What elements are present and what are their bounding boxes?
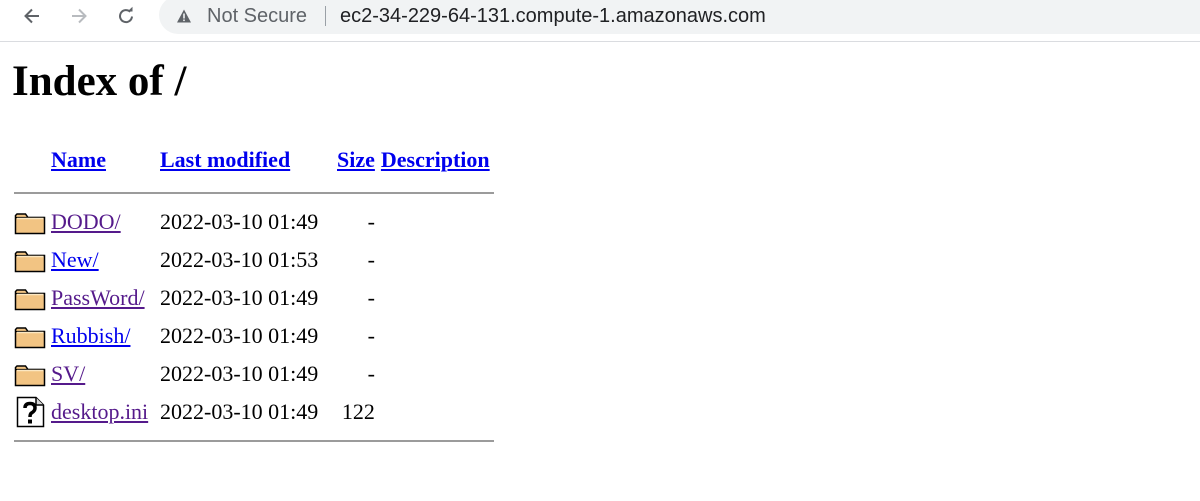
unknown-file-icon	[16, 396, 45, 428]
folder-icon	[14, 213, 46, 235]
arrow-left-icon	[24, 8, 39, 24]
browser-toolbar: Not Secure ec2-34-229-64-131.compute-1.a…	[0, 0, 1200, 42]
description-header: Description	[381, 137, 504, 183]
icon-cell	[14, 355, 51, 393]
description-cell	[381, 241, 504, 279]
separator-row	[14, 431, 504, 451]
separator-cell	[14, 183, 504, 203]
modified-cell: 2022-03-10 01:49	[160, 361, 319, 386]
table-row: DODO/ 2022-03-10 01:49 -	[14, 203, 504, 241]
size-cell: 122	[341, 399, 375, 424]
description-cell	[381, 203, 504, 241]
name-cell: SV/	[51, 355, 158, 393]
separator-row	[14, 183, 504, 203]
size-cell: -	[367, 209, 375, 234]
forward-button[interactable]	[63, 4, 95, 28]
sort-by-description-link[interactable]: Description	[381, 147, 490, 172]
table-row: desktop.ini 2022-03-10 01:49 122	[14, 393, 504, 431]
name-cell: Rubbish/	[51, 317, 158, 355]
name-header: Name	[51, 137, 158, 183]
sort-by-last-modified-link[interactable]: Last modified	[160, 147, 290, 172]
bottom-divider	[14, 440, 494, 442]
url-text[interactable]: ec2-34-229-64-131.compute-1.amazonaws.co…	[340, 5, 766, 28]
entry-link[interactable]: DODO/	[51, 209, 121, 234]
table-row: SV/ 2022-03-10 01:49 -	[14, 355, 504, 393]
table-header-row: Name Last modified Size Description	[14, 137, 504, 183]
reload-button[interactable]	[110, 4, 142, 28]
sort-by-name-link[interactable]: Name	[51, 147, 106, 172]
modified-cell: 2022-03-10 01:49	[160, 399, 319, 424]
icon-cell	[14, 279, 51, 317]
description-cell	[381, 279, 504, 317]
modified-cell: 2022-03-10 01:49	[160, 209, 319, 234]
sort-by-size-link[interactable]: Size	[337, 147, 375, 172]
icon-header	[14, 137, 51, 183]
name-cell: New/	[51, 241, 158, 279]
folder-icon	[14, 365, 46, 387]
page-title: Index of /	[12, 58, 187, 105]
size-cell: -	[367, 247, 375, 272]
table-row: Rubbish/ 2022-03-10 01:49 -	[14, 317, 504, 355]
modified-cell: 2022-03-10 01:53	[160, 247, 319, 272]
entry-link[interactable]: Rubbish/	[51, 323, 130, 348]
description-cell	[381, 393, 504, 431]
icon-cell	[14, 203, 51, 241]
size-cell: -	[367, 361, 375, 386]
size-cell: -	[367, 323, 375, 348]
folder-icon	[14, 327, 46, 349]
warning-icon[interactable]	[176, 8, 192, 24]
icon-cell	[14, 317, 51, 355]
folder-icon	[14, 289, 46, 311]
size-cell: -	[367, 285, 375, 310]
name-cell: PassWord/	[51, 279, 158, 317]
description-cell	[381, 317, 504, 355]
description-cell	[381, 355, 504, 393]
address-divider	[325, 6, 326, 26]
modified-cell: 2022-03-10 01:49	[160, 285, 319, 310]
size-header: Size	[337, 137, 381, 183]
arrow-right-icon	[72, 8, 87, 24]
icon-cell	[14, 393, 51, 431]
table-row: New/ 2022-03-10 01:53 -	[14, 241, 504, 279]
entry-link[interactable]: PassWord/	[51, 285, 145, 310]
name-cell: desktop.ini	[51, 393, 158, 431]
directory-listing: Name Last modified Size Description DODO…	[14, 137, 504, 451]
back-button[interactable]	[16, 4, 48, 28]
name-cell: DODO/	[51, 203, 158, 241]
entry-link[interactable]: SV/	[51, 361, 85, 386]
security-status[interactable]: Not Secure	[207, 5, 307, 28]
separator-cell	[14, 431, 504, 451]
table-row: PassWord/ 2022-03-10 01:49 -	[14, 279, 504, 317]
modified-cell: 2022-03-10 01:49	[160, 323, 319, 348]
icon-cell	[14, 241, 51, 279]
top-divider	[14, 192, 494, 194]
entry-link[interactable]: New/	[51, 247, 99, 272]
folder-icon	[14, 251, 46, 273]
entry-link[interactable]: desktop.ini	[51, 399, 148, 424]
address-bar[interactable]: Not Secure ec2-34-229-64-131.compute-1.a…	[159, 0, 1200, 34]
reload-icon	[119, 6, 133, 24]
last-modified-header: Last modified	[158, 137, 337, 183]
